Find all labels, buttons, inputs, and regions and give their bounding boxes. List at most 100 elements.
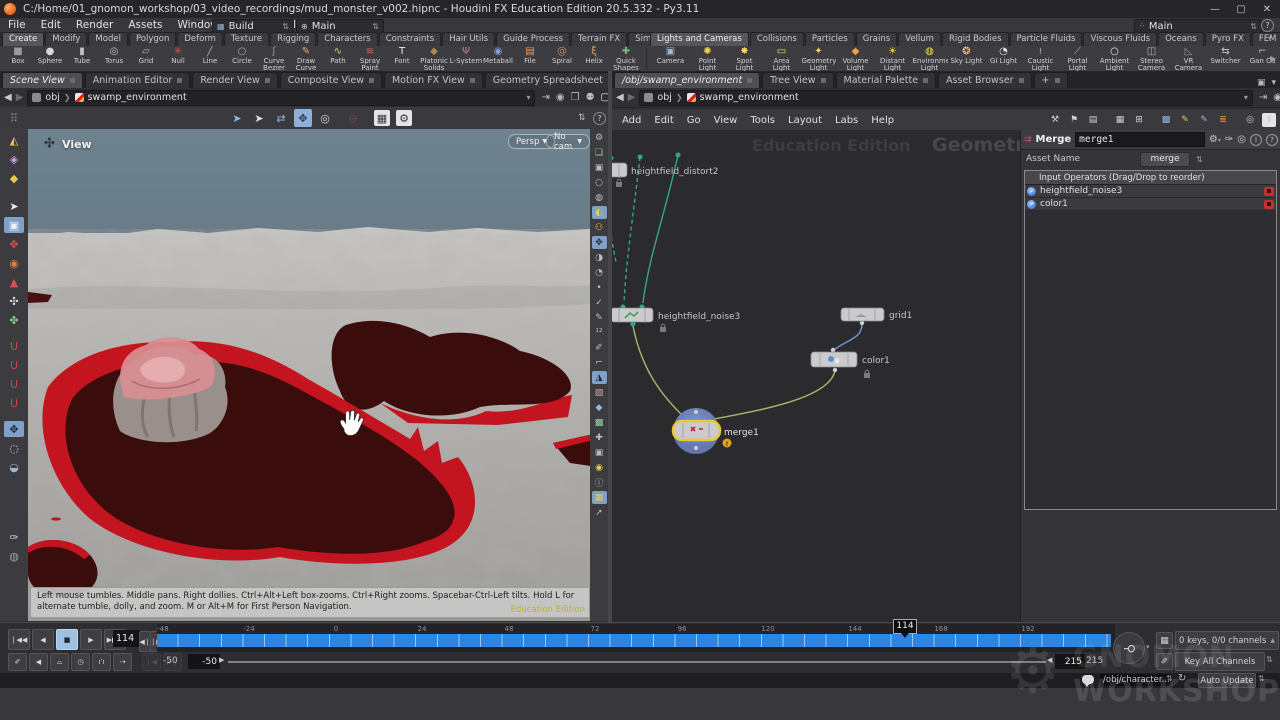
path-node[interactable]: swamp_environment — [88, 92, 187, 103]
shelf-tool[interactable]: @ Spiral — [546, 46, 578, 71]
tab-close-icon[interactable] — [923, 78, 928, 83]
menu-item[interactable]: Edit — [41, 19, 61, 31]
camera-selector[interactable]: No cam ▼ — [546, 134, 590, 149]
snapping-options-icon[interactable]: ⇅ — [578, 113, 586, 123]
shelf-tool[interactable]: ✳ Null — [162, 46, 194, 71]
keys-info-dropdown[interactable]: 0 keys, 0/0 channels ▲ — [1175, 631, 1279, 650]
tab-close-icon[interactable] — [177, 78, 182, 83]
display-option-icon[interactable]: ✚ — [592, 431, 607, 444]
shelf-tab[interactable]: Vellum — [898, 32, 941, 46]
path-field[interactable]: obj ❯ swamp_environment ▾ — [27, 90, 535, 106]
network-tool-icon[interactable]: ≣ — [1216, 113, 1230, 127]
shelf-tool[interactable]: ❂ Sky Light — [948, 46, 985, 71]
path-dropdown-icon[interactable]: ▾ — [1244, 93, 1248, 102]
network-tool-icon[interactable]: ▤ — [1086, 113, 1100, 127]
message-bubble-icon[interactable] — [1082, 675, 1094, 684]
range-handle-left-icon[interactable]: ▶ — [219, 656, 224, 664]
viewport-side-tool-icon[interactable]: ✣ — [4, 293, 24, 309]
shelf-tool[interactable]: ○ Ambient Light — [1096, 46, 1133, 71]
menu-item[interactable]: Render — [76, 19, 113, 31]
shelf-tab[interactable]: Characters — [317, 32, 377, 46]
display-option-icon[interactable]: ◆ — [592, 401, 607, 414]
node-grid1[interactable]: grid1 — [841, 308, 912, 321]
shelf-tab[interactable]: Texture — [224, 32, 269, 46]
nav-forward-icon[interactable]: ▶ — [16, 92, 24, 103]
network-tool-icon[interactable]: ⚒ — [1048, 113, 1062, 127]
shelf-tool[interactable]: ✎ Draw Curve — [290, 46, 322, 71]
tab-close-icon[interactable] — [369, 78, 374, 83]
edit-mode-icon[interactable]: ✑ — [1225, 134, 1233, 145]
display-option-icon[interactable]: ◍ — [592, 191, 607, 204]
display-option-icon[interactable]: ◔ — [592, 266, 607, 279]
display-option-icon[interactable]: • — [592, 281, 607, 294]
shelf-tab[interactable]: Constraints — [379, 32, 442, 46]
shelf-tab[interactable]: Pyro FX — [1205, 32, 1251, 46]
path-field[interactable]: obj ❯ swamp_environment ▾ — [639, 90, 1252, 106]
display-option-icon[interactable]: ▦ — [592, 491, 607, 504]
pane-tab[interactable]: Scene View — [2, 72, 83, 88]
shelf-tool[interactable]: ◔ GI Light — [985, 46, 1022, 71]
viewport-side-tool-icon[interactable]: ◍ — [4, 548, 24, 564]
network-tool-icon[interactable]: ✎ — [1197, 113, 1211, 127]
shelf-tab[interactable]: Particle Fluids — [1010, 32, 1083, 46]
shelf-tab[interactable]: Grains — [856, 32, 897, 46]
key-options-icon[interactable]: ▾ — [1146, 643, 1150, 651]
shelf-tool[interactable]: ■ Box — [2, 46, 34, 71]
shelf-tool[interactable]: ⟋ Portal Light — [1059, 46, 1096, 71]
display-option-icon[interactable]: ▩ — [592, 416, 607, 429]
viewport-side-tool-icon[interactable]: ◉ — [4, 255, 24, 271]
tab-close-icon[interactable] — [821, 78, 826, 83]
playbar-option-icon[interactable]: ✐ — [8, 653, 27, 671]
nav-back-icon[interactable]: ◀ — [4, 92, 12, 103]
display-option-icon[interactable]: ✥ — [592, 236, 607, 249]
shelf-tool[interactable]: ▤ File — [514, 46, 546, 71]
shelf-tool[interactable]: ● Sphere — [34, 46, 66, 71]
radial-help-icon[interactable]: ? — [1261, 19, 1274, 32]
viewport-side-tool-icon[interactable]: ▲ — [4, 274, 24, 290]
shelf-tool[interactable]: ▭ Area Light — [763, 46, 800, 71]
promote-input-icon[interactable]: ➚ — [1027, 200, 1036, 209]
display-option-icon[interactable]: ⓘ — [592, 476, 607, 489]
playbar-option-icon[interactable]: ıʼı — [92, 653, 111, 671]
viewport-tool-icon[interactable]: ➤ — [228, 109, 246, 127]
shelf-tab[interactable]: Modify — [45, 32, 87, 46]
menu-item[interactable]: View — [714, 115, 738, 126]
shelf-tool[interactable]: ◺ VR Camera — [1170, 46, 1207, 71]
desktop-main-selector[interactable]: ⊕ Main ⇅ — [296, 19, 384, 33]
display-option-icon[interactable]: ¹² — [592, 326, 607, 339]
menu-item[interactable]: Add — [622, 115, 641, 126]
viewport-tool-icon[interactable]: ◎ — [316, 109, 334, 127]
playbar-option-icon[interactable]: ⌓ — [50, 653, 69, 671]
display-option-icon[interactable]: ◉ — [592, 461, 607, 474]
scene-viewport[interactable]: ✣ View Persp ▼ No cam ▼ Left mouse tumbl… — [28, 129, 590, 621]
shelf-tool[interactable]: ✸ Spot Light — [726, 46, 763, 71]
shelf-tool[interactable]: ξ Helix — [578, 46, 610, 71]
viewport-side-tool-icon[interactable]: ▣ — [4, 217, 24, 233]
viewport-side-tool-icon[interactable]: ◆ — [4, 170, 24, 186]
shelf-tool[interactable]: ▣ Camera — [652, 46, 689, 71]
menu-item[interactable]: Labs — [835, 115, 858, 126]
context-path-field[interactable]: /obj/character... — [1100, 674, 1170, 686]
network-tool-icon[interactable]: ⚑ — [1067, 113, 1081, 127]
viewport-side-tool-icon[interactable]: ➤ — [4, 198, 24, 214]
refresh-icon[interactable]: ↻ — [1178, 673, 1186, 684]
key-scope-icon[interactable]: ✐ — [1156, 653, 1173, 670]
pane-tab[interactable]: Composite View — [280, 72, 382, 88]
viewport-tool-icon[interactable]: ⚙ — [396, 110, 412, 126]
gear-icon[interactable]: ⚙▾ — [1209, 134, 1221, 145]
shelf-tool[interactable]: ◆ Platonic Solids — [418, 46, 450, 71]
delete-input-icon[interactable] — [1264, 187, 1274, 196]
menu-item[interactable]: Layout — [788, 115, 822, 126]
shelf-tool[interactable]: ○ Circle — [226, 46, 258, 71]
shelf-tab[interactable]: Collisions — [750, 32, 804, 46]
shelf-tool[interactable]: ✚ Quick Shapes — [610, 46, 642, 71]
pane-tab[interactable]: + — [1034, 72, 1068, 88]
shelf-tool[interactable]: ☀ Distant Light — [874, 46, 911, 71]
display-option-icon[interactable]: ◮ — [592, 371, 607, 384]
spinner-icon[interactable]: ⇅ — [1266, 655, 1273, 664]
shelf-tool[interactable]: ◆ Volume Light — [837, 46, 874, 71]
shelf-tool[interactable]: ╱ Line — [194, 46, 226, 71]
network-tool-icon[interactable]: ⬆ — [1262, 113, 1276, 127]
menu-item[interactable]: Edit — [654, 115, 673, 126]
pane-tab[interactable]: /obj/swamp_environment — [614, 72, 760, 88]
